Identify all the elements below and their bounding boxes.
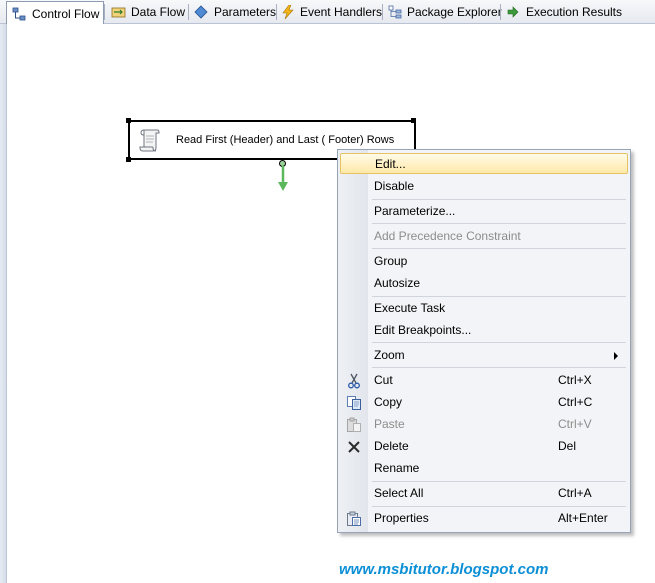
menu-item-zoom[interactable]: Zoom (340, 345, 628, 366)
menu-item-shortcut: Ctrl+A (558, 486, 592, 500)
control-flow-icon (11, 6, 27, 22)
menu-separator (372, 506, 626, 507)
tab-parameters[interactable]: Parameters (190, 1, 276, 23)
menu-item-label: Parameterize... (374, 204, 456, 218)
menu-separator (372, 367, 626, 368)
menu-item-label: Disable (374, 179, 415, 193)
designer-tab-strip: Control Flow Data Flow Parameters Event … (0, 0, 655, 25)
menu-item-properties[interactable]: Properties Alt+Enter (340, 508, 628, 529)
menu-item-label: Group (374, 254, 408, 268)
tab-execution-results[interactable]: Execution Results (502, 1, 622, 23)
menu-item-label: Delete (374, 439, 409, 453)
designer-left-edge (0, 24, 7, 583)
precedence-arrow-icon[interactable] (276, 166, 290, 192)
menu-item-label: Copy (374, 395, 403, 409)
menu-item-shortcut: Ctrl+V (558, 417, 592, 431)
menu-item-label: Rename (374, 461, 420, 475)
menu-item-disable[interactable]: Disable (340, 176, 628, 197)
menu-item-shortcut: Alt+Enter (558, 511, 608, 525)
selection-handle[interactable] (411, 118, 416, 123)
menu-item-label: Paste (374, 417, 405, 431)
tab-label: Control Flow (32, 6, 100, 21)
data-flow-icon (110, 4, 126, 20)
menu-separator (372, 223, 626, 224)
lightning-icon (282, 4, 295, 20)
task-label: Read First (Header) and Last ( Footer) R… (176, 134, 395, 146)
delete-x-icon (346, 439, 362, 455)
menu-item-label: Edit... (375, 157, 406, 171)
package-explorer-icon (388, 4, 402, 20)
menu-item-autosize[interactable]: Autosize (340, 273, 628, 294)
menu-separator (372, 481, 626, 482)
menu-item-group[interactable]: Group (340, 251, 628, 272)
play-arrow-icon (506, 4, 521, 20)
submenu-arrow-icon (614, 352, 618, 360)
menu-item-execute-task[interactable]: Execute Task (340, 298, 628, 319)
menu-item-label: Edit Breakpoints... (374, 323, 472, 337)
menu-item-cut[interactable]: Cut Ctrl+X (340, 370, 628, 391)
selection-handle[interactable] (126, 118, 131, 123)
menu-item-label: Autosize (374, 276, 421, 290)
tab-label: Package Explorer (407, 5, 502, 19)
scissors-icon (346, 373, 362, 389)
menu-separator (372, 199, 626, 200)
menu-item-edit-breakpoints[interactable]: Edit Breakpoints... (340, 320, 628, 341)
tab-separator (500, 4, 501, 20)
menu-item-label: Add Precedence Constraint (374, 229, 521, 243)
tab-data-flow[interactable]: Data Flow (106, 1, 188, 23)
menu-item-delete[interactable]: Delete Del (340, 436, 628, 457)
menu-separator (372, 296, 626, 297)
menu-item-label: Properties (374, 511, 429, 525)
tab-label: Event Handlers (299, 5, 382, 19)
tab-separator (104, 4, 105, 20)
tab-package-explorer[interactable]: Package Explorer (384, 1, 502, 23)
tab-separator (276, 4, 277, 20)
menu-item-shortcut: Ctrl+X (558, 373, 592, 387)
tab-separator (188, 4, 189, 20)
menu-separator (372, 342, 626, 343)
menu-item-label: Zoom (374, 348, 405, 362)
parameters-icon (194, 4, 209, 20)
blog-watermark: www.msbitutor.blogspot.com (339, 561, 549, 578)
tab-label: Parameters (213, 5, 276, 19)
menu-item-copy[interactable]: Copy Ctrl+C (340, 392, 628, 413)
menu-item-add-precedence-constraint[interactable]: Add Precedence Constraint (340, 226, 628, 247)
tab-separator (382, 4, 383, 20)
copy-icon (346, 395, 362, 411)
selection-handle[interactable] (126, 157, 131, 162)
menu-item-edit[interactable]: Edit... (340, 153, 628, 174)
menu-item-parameterize[interactable]: Parameterize... (340, 201, 628, 222)
menu-separator (372, 248, 626, 249)
properties-icon (346, 511, 362, 527)
menu-item-shortcut: Del (558, 439, 577, 453)
paste-icon (346, 417, 362, 433)
menu-item-paste[interactable]: Paste Ctrl+V (340, 414, 628, 435)
tab-label: Data Flow (131, 5, 186, 19)
context-menu: Edit... Disable Parameterize... Add Prec… (337, 149, 631, 533)
menu-item-label: Select All (374, 486, 424, 500)
menu-item-label: Cut (374, 373, 393, 387)
tab-control-flow[interactable]: Control Flow (6, 1, 104, 25)
menu-item-label: Execute Task (374, 301, 446, 315)
menu-item-shortcut: Ctrl+C (558, 395, 593, 409)
tab-event-handlers[interactable]: Event Handlers (278, 1, 382, 23)
script-task-icon (138, 127, 162, 153)
menu-item-select-all[interactable]: Select All Ctrl+A (340, 483, 628, 504)
tab-label: Execution Results (525, 5, 622, 19)
menu-item-rename[interactable]: Rename (340, 458, 628, 479)
